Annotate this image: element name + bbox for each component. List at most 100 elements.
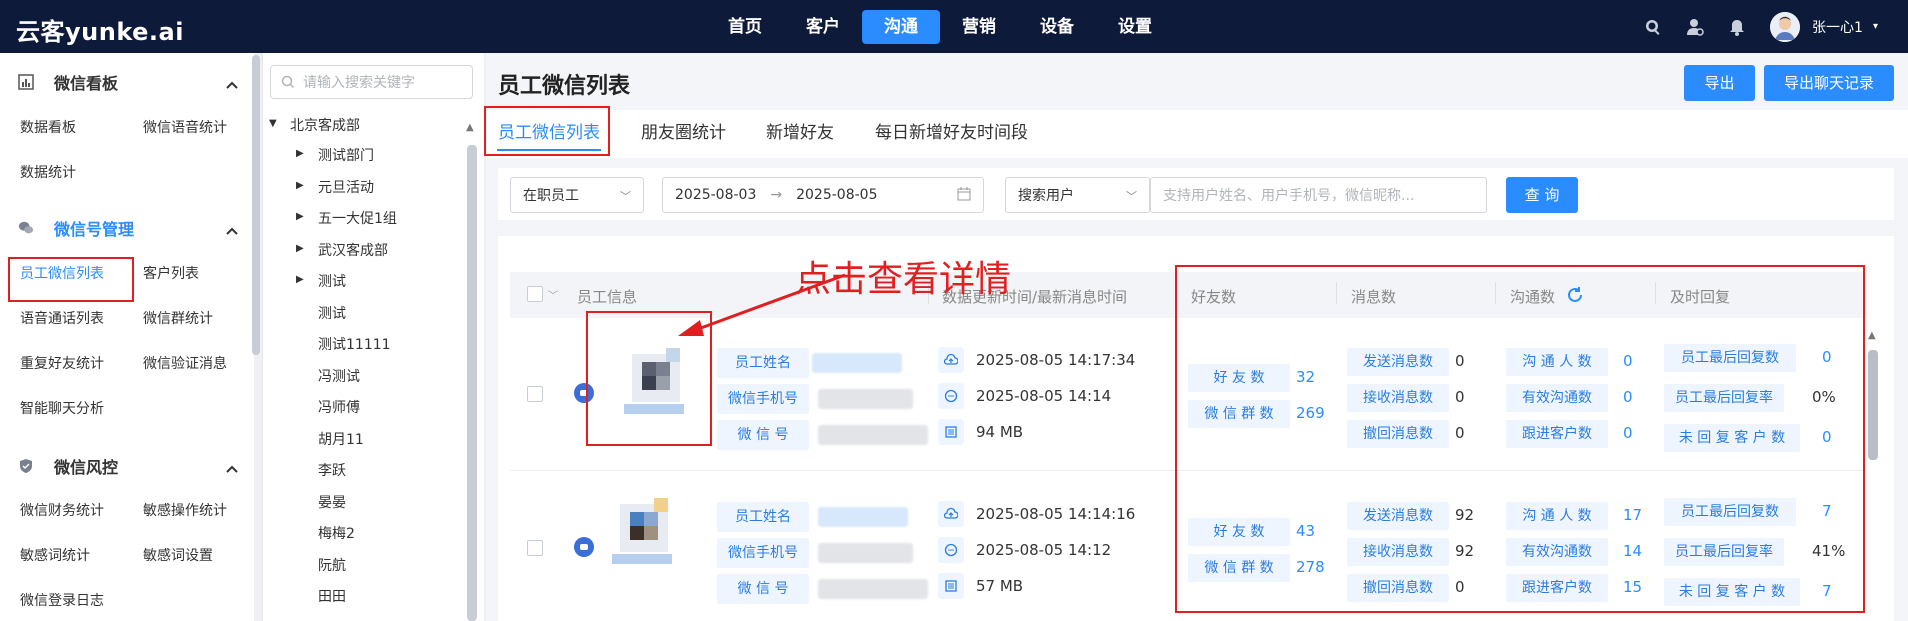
storage-size: 94 MB: [976, 423, 1024, 441]
search-icon: [281, 75, 295, 89]
tree-node[interactable]: 阮航: [318, 555, 346, 575]
tree-node[interactable]: 武汉客成部: [318, 240, 388, 260]
tree-scrollbar[interactable]: [467, 145, 477, 621]
nav-home[interactable]: 首页: [706, 10, 784, 44]
storage-icon: [938, 573, 964, 599]
employee-name-label: 员工姓名: [717, 502, 809, 532]
select-all-checkbox[interactable]: [527, 286, 543, 302]
calendar-icon: [957, 187, 971, 204]
tree-search-input[interactable]: 请输入搜索关键字: [270, 65, 473, 99]
last-message-time: 2025-08-05 14:12: [976, 541, 1112, 559]
sidebar-item-finance-stats[interactable]: 微信财务统计: [20, 500, 104, 520]
avatar[interactable]: [1770, 11, 1801, 42]
sidebar-item-sensitive-ops[interactable]: 敏感操作统计: [143, 500, 227, 520]
tree-node[interactable]: 测试: [318, 303, 346, 323]
wechat-phone-label: 微信手机号: [717, 538, 809, 568]
search-type-select[interactable]: 搜索用户 ﹀: [1005, 177, 1150, 213]
tree-node[interactable]: 冯师傅: [318, 397, 360, 417]
storage-icon: [938, 419, 964, 445]
sidebar-item-sensitive-words-stats[interactable]: 敏感词统计: [20, 545, 90, 565]
sidebar-item-data-stats[interactable]: 数据统计: [20, 162, 76, 182]
user-search-input[interactable]: 支持用户姓名、用户手机号，微信昵称...: [1150, 177, 1487, 213]
search-icon[interactable]: [1644, 18, 1662, 36]
sidebar-item-verify-messages[interactable]: 微信验证消息: [143, 353, 227, 373]
nav-settings[interactable]: 设置: [1096, 10, 1174, 44]
last-message-time: 2025-08-05 14:14: [976, 387, 1112, 405]
sidebar-scrollbar[interactable]: [252, 55, 260, 355]
tree-search-placeholder: 请输入搜索关键字: [303, 75, 415, 91]
query-button[interactable]: 查 询: [1506, 177, 1578, 213]
sidebar-item-login-log[interactable]: 微信登录日志: [20, 590, 104, 610]
caret-right-icon[interactable]: ▶: [296, 148, 304, 159]
user-settings-icon[interactable]: [1686, 18, 1704, 36]
nav-communication[interactable]: 沟通: [862, 10, 940, 44]
nav-marketing[interactable]: 营销: [940, 10, 1018, 44]
date-end: 2025-08-05: [796, 187, 878, 203]
top-right-tools: 张一心1 ▾: [1644, 0, 1908, 53]
tree-node[interactable]: 田田: [318, 586, 346, 606]
tree-node[interactable]: 元旦活动: [318, 177, 374, 197]
wechat-id-label: 微 信 号: [717, 574, 809, 604]
sidebar-item-voice-stats[interactable]: 微信语音统计: [143, 117, 227, 137]
highlight-box: [1175, 265, 1865, 613]
caret-down-icon[interactable]: ▼: [269, 118, 277, 129]
sidebar-section-title: 微信号管理: [54, 220, 135, 239]
tree-root[interactable]: 北京客成部: [290, 115, 360, 135]
chart-icon: [18, 74, 34, 90]
table-scrollbar[interactable]: [1868, 350, 1878, 460]
employee-status-select[interactable]: 在职员工 ﹀: [510, 177, 644, 213]
export-button[interactable]: 导出: [1684, 65, 1755, 101]
tree-node[interactable]: 李跃: [318, 460, 346, 480]
sidebar-item-group-stats[interactable]: 微信群统计: [143, 308, 213, 328]
scroll-up-arrow-icon[interactable]: ▲: [466, 122, 474, 133]
tab-moments-stats[interactable]: 朋友圈统计: [641, 118, 726, 143]
sidebar-section-account-mgmt[interactable]: 微信号管理: [18, 216, 238, 240]
avatar[interactable]: [608, 494, 680, 566]
tree-node[interactable]: 胡月11: [318, 429, 364, 449]
chevron-up-icon: [226, 220, 238, 239]
bell-icon[interactable]: [1728, 18, 1746, 36]
user-name[interactable]: 张一心1: [1812, 17, 1863, 37]
tab-daily-new-friends-period[interactable]: 每日新增好友时间段: [875, 118, 1028, 143]
export-chat-button[interactable]: 导出聊天记录: [1764, 65, 1894, 101]
nav-devices[interactable]: 设备: [1018, 10, 1096, 44]
storage-size: 57 MB: [976, 577, 1024, 595]
sidebar-item-data-board[interactable]: 数据看板: [20, 117, 76, 137]
header-employee-info: 员工信息: [577, 288, 638, 306]
chevron-down-icon[interactable]: ▾: [1873, 21, 1878, 32]
scroll-up-arrow-icon[interactable]: ▲: [1868, 330, 1876, 341]
employee-name-blurred: [812, 353, 902, 373]
caret-right-icon[interactable]: ▶: [296, 274, 304, 285]
tree-node[interactable]: 测试11111: [318, 334, 391, 354]
wechat-icon: [18, 220, 34, 236]
nav-customers[interactable]: 客户: [784, 10, 862, 44]
wechat-phone-blurred: [818, 543, 913, 563]
employee-name-label: 员工姓名: [717, 348, 809, 378]
sidebar-section-title: 微信风控: [54, 458, 119, 477]
date-range-picker[interactable]: 2025-08-03 → 2025-08-05: [662, 177, 984, 213]
caret-right-icon[interactable]: ▶: [296, 180, 304, 191]
sidebar-item-smart-chat-analysis[interactable]: 智能聊天分析: [20, 398, 104, 418]
logo[interactable]: 云客yunke.ai: [16, 12, 184, 47]
row-checkbox[interactable]: [527, 540, 543, 556]
wechat-id-blurred: [818, 579, 928, 599]
tree-node[interactable]: 测试部门: [318, 145, 374, 165]
tree-node[interactable]: 测试: [318, 271, 346, 291]
sidebar-section-wechat-board[interactable]: 微信看板: [18, 70, 238, 94]
tree-node[interactable]: 梅梅2: [318, 523, 355, 543]
sidebar-item-sensitive-words-settings[interactable]: 敏感词设置: [143, 545, 213, 565]
tree-node[interactable]: 晏晏: [318, 492, 346, 512]
sidebar-section-risk-control[interactable]: 微信风控: [18, 454, 238, 478]
wechat-phone-label: 微信手机号: [717, 384, 809, 414]
tree-node[interactable]: 五一大促1组: [318, 208, 397, 228]
caret-right-icon[interactable]: ▶: [296, 211, 304, 222]
tab-new-friends[interactable]: 新增好友: [766, 118, 834, 143]
sidebar-item-customer-list[interactable]: 客户列表: [143, 263, 199, 283]
chevron-down-icon: ﹀: [620, 190, 631, 203]
tree-node[interactable]: 冯测试: [318, 366, 360, 386]
sidebar-item-voice-call-list[interactable]: 语音通话列表: [20, 308, 104, 328]
caret-right-icon[interactable]: ▶: [296, 243, 304, 254]
sidebar-item-duplicate-friends[interactable]: 重复好友统计: [20, 353, 104, 373]
chevron-down-icon[interactable]: ﹀: [548, 287, 558, 302]
row-checkbox[interactable]: [527, 386, 543, 402]
